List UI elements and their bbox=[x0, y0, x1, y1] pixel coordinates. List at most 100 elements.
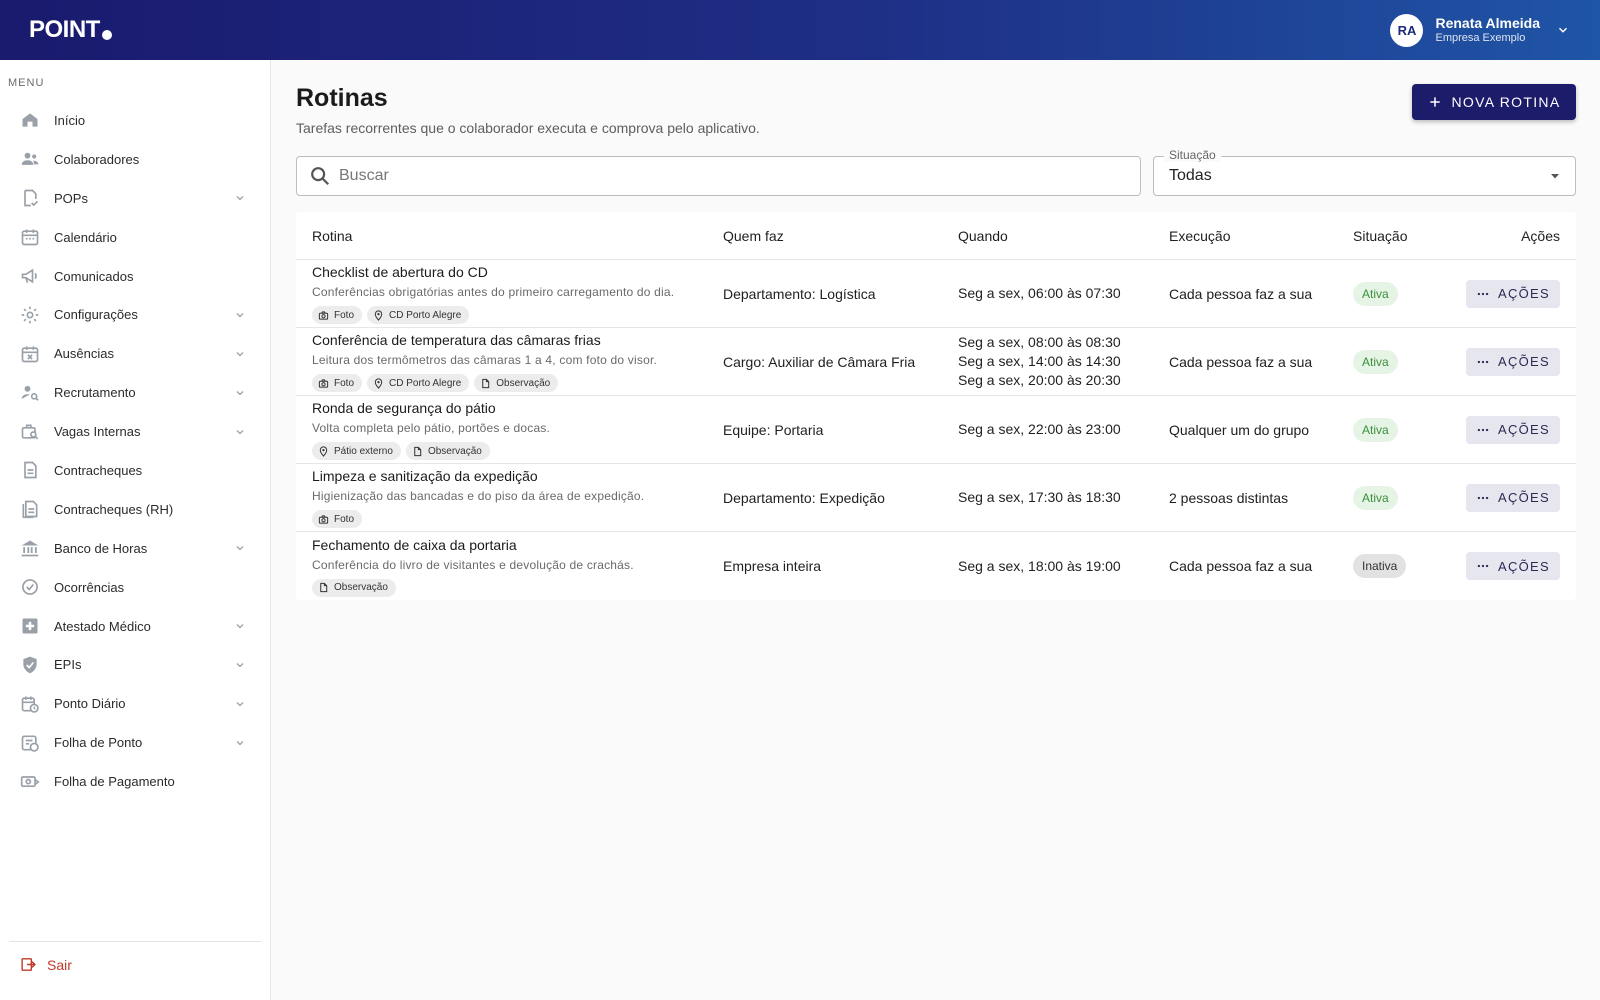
chevron-down-icon[interactable] bbox=[234, 659, 246, 671]
chip-label: Foto bbox=[334, 377, 355, 389]
camera-icon bbox=[318, 514, 329, 524]
table-body: Checklist de abertura do CD Conferências … bbox=[296, 260, 1576, 600]
sidebar-item-inicio[interactable]: Início bbox=[0, 101, 270, 140]
sidebar-item-label: Início bbox=[54, 112, 86, 128]
sidebar-item-label: Atestado Médico bbox=[54, 618, 151, 634]
sidebar-item-ponto-diario[interactable]: Ponto Diário bbox=[0, 684, 270, 723]
location-pin-icon bbox=[374, 309, 383, 321]
sidebar-item-comunicados[interactable]: Comunicados bbox=[0, 257, 270, 296]
note-icon bbox=[482, 378, 490, 388]
status-filter-label: Situação bbox=[1164, 148, 1221, 162]
cell-execution: Cada pessoa faz a sua bbox=[1169, 558, 1313, 574]
calendar-x-icon bbox=[21, 346, 39, 363]
note-icon bbox=[414, 446, 422, 456]
cell-who: Equipe: Portaria bbox=[723, 421, 824, 438]
cell-status: Ativa bbox=[1353, 349, 1451, 374]
status-filter-select[interactable]: Situação Todas bbox=[1153, 148, 1576, 196]
table-row[interactable]: Ronda de segurança do pátio Volta complet… bbox=[296, 396, 1576, 464]
chevron-down-icon[interactable] bbox=[234, 192, 246, 204]
sidebar-item-contracheques-rh[interactable]: Contracheques (RH) bbox=[0, 490, 270, 529]
status-badge: Ativa bbox=[1353, 485, 1398, 510]
sidebar-divider bbox=[9, 941, 261, 942]
column-header-acoes: Ações bbox=[1451, 228, 1576, 244]
routine-description: Leitura dos termômetros das câmaras 1 a … bbox=[312, 353, 658, 367]
user-menu[interactable]: RA Renata Almeida Empresa Exemplo bbox=[1390, 13, 1570, 47]
schedule-line: Seg a sex, 14:00 às 14:30 bbox=[958, 353, 1121, 369]
requirement-chip: Foto bbox=[312, 374, 363, 392]
logo[interactable]: POINT bbox=[29, 16, 112, 44]
table-row[interactable]: Checklist de abertura do CD Conferências … bbox=[296, 260, 1576, 328]
sidebar-item-epis[interactable]: EPIs bbox=[0, 645, 270, 684]
timesheet-icon bbox=[21, 735, 39, 752]
chevron-down-icon[interactable] bbox=[234, 620, 246, 632]
camera-icon bbox=[318, 310, 329, 320]
calendar-clock-icon bbox=[21, 696, 39, 713]
sidebar-item-calendario[interactable]: Calendário bbox=[0, 218, 270, 257]
cell-status: Ativa bbox=[1353, 417, 1451, 442]
chevron-down-icon[interactable] bbox=[234, 698, 246, 710]
cell-who: Departamento: Logística bbox=[723, 285, 876, 302]
logo-text: POINT bbox=[29, 16, 100, 43]
actions-button[interactable]: AÇÕES bbox=[1466, 415, 1560, 444]
actions-button[interactable]: AÇÕES bbox=[1466, 552, 1560, 580]
chevron-down-icon[interactable] bbox=[234, 737, 246, 749]
search-input[interactable] bbox=[339, 167, 1119, 185]
plus-icon bbox=[1429, 97, 1440, 107]
requirement-chips: Foto CD Porto Alegre bbox=[312, 306, 723, 324]
sidebar-item-label: POPs bbox=[54, 190, 88, 206]
user-company: Empresa Exemplo bbox=[1435, 32, 1526, 44]
routine-description: Higienização das bancadas e do piso da á… bbox=[312, 489, 645, 503]
actions-label: AÇÕES bbox=[1497, 286, 1550, 301]
sidebar-item-label: Calendário bbox=[54, 229, 117, 245]
sidebar-item-banco-de-horas[interactable]: Banco de Horas bbox=[0, 529, 270, 568]
sidebar-item-ocorrencias[interactable]: Ocorrências bbox=[0, 568, 270, 607]
sidebar-item-label: EPIs bbox=[54, 657, 82, 673]
column-header-situacao: Situação bbox=[1353, 227, 1408, 244]
chevron-down-icon[interactable] bbox=[234, 542, 246, 554]
table-row[interactable]: Fechamento de caixa da portaria Conferênc… bbox=[296, 532, 1576, 600]
sidebar-item-configuracoes[interactable]: Configurações bbox=[0, 295, 270, 334]
sidebar-item-pops[interactable]: POPs bbox=[0, 179, 270, 218]
actions-button[interactable]: AÇÕES bbox=[1466, 279, 1560, 308]
chevron-down-icon[interactable] bbox=[1556, 23, 1570, 37]
table-row[interactable]: Limpeza e sanitização da expedição Higien… bbox=[296, 464, 1576, 532]
cell-actions: AÇÕES bbox=[1451, 415, 1576, 444]
sidebar-item-recrutamento[interactable]: Recrutamento bbox=[0, 373, 270, 412]
top-bar: POINT RA Renata Almeida Empresa Exemplo bbox=[0, 0, 1600, 60]
actions-button[interactable]: AÇÕES bbox=[1466, 483, 1560, 512]
gear-icon bbox=[21, 306, 39, 324]
job-search-icon bbox=[21, 424, 39, 439]
sidebar-item-atestado-medico[interactable]: Atestado Médico bbox=[0, 607, 270, 646]
cell-actions: AÇÕES bbox=[1451, 552, 1576, 580]
location-pin-icon bbox=[374, 377, 383, 389]
table-row[interactable]: Conferência de temperatura das câmaras f… bbox=[296, 328, 1576, 396]
user-name: Renata Almeida bbox=[1435, 15, 1540, 31]
new-routine-button[interactable]: NOVA ROTINA bbox=[1412, 84, 1576, 120]
status-badge: Ativa bbox=[1353, 281, 1398, 306]
sidebar-item-colaboradores[interactable]: Colaboradores bbox=[0, 140, 270, 179]
actions-label: AÇÕES bbox=[1497, 490, 1550, 505]
sidebar-item-folha-de-pagamento[interactable]: Folha de Pagamento bbox=[0, 762, 270, 801]
location-pin-icon bbox=[319, 445, 328, 457]
sidebar-item-contracheques[interactable]: Contracheques bbox=[0, 451, 270, 490]
sidebar-item-ausencias[interactable]: Ausências bbox=[0, 334, 270, 373]
chevron-down-icon[interactable] bbox=[234, 348, 246, 360]
chip-label: Observação bbox=[334, 582, 388, 593]
column-header-rotina: Rotina bbox=[312, 227, 353, 244]
shield-check-icon bbox=[23, 656, 37, 674]
cell-status: Ativa bbox=[1353, 281, 1451, 306]
requirement-chip: Observação bbox=[405, 442, 490, 460]
calendar-icon bbox=[21, 229, 39, 246]
sidebar-item-folha-de-ponto[interactable]: Folha de Ponto bbox=[0, 723, 270, 762]
chevron-down-icon[interactable] bbox=[234, 426, 246, 438]
chevron-down-icon[interactable] bbox=[234, 309, 246, 321]
cell-execution: Qualquer um do grupo bbox=[1169, 421, 1310, 438]
chip-label: Foto bbox=[334, 513, 355, 525]
payslip-stack-icon bbox=[22, 501, 38, 519]
sidebar-item-vagas-internas[interactable]: Vagas Internas bbox=[0, 412, 270, 451]
logout-button[interactable]: Sair bbox=[20, 956, 72, 973]
actions-button[interactable]: AÇÕES bbox=[1466, 347, 1560, 376]
person-search-icon bbox=[21, 385, 39, 401]
search-box[interactable] bbox=[296, 156, 1141, 196]
chevron-down-icon[interactable] bbox=[234, 387, 246, 399]
